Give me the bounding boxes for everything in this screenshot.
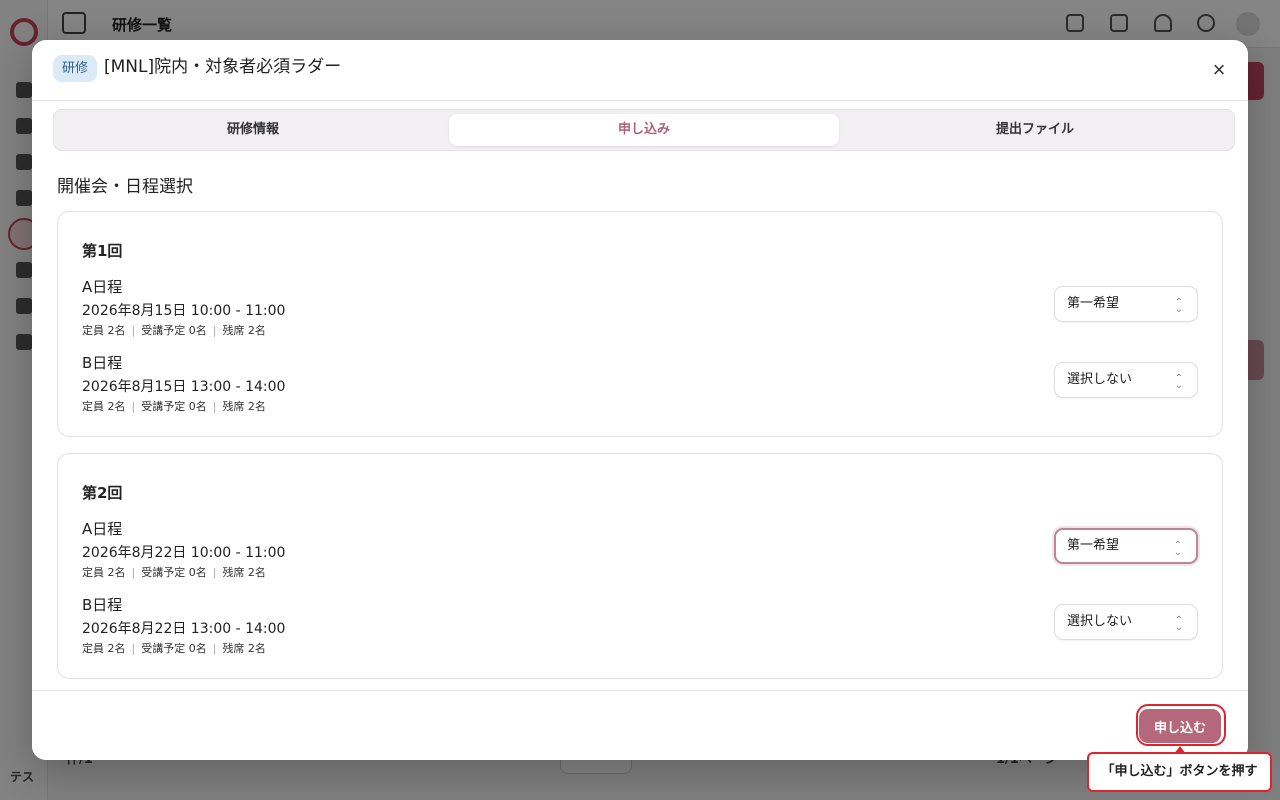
capacity-text: 定員 2名	[82, 566, 126, 579]
tab-training-info[interactable]: 研修情報	[58, 114, 448, 146]
schedule-capacity: 定員 2名 | 受講予定 0名 | 残席 2名	[82, 322, 266, 338]
modal-footer: 申し込む	[32, 690, 1248, 760]
preference-select[interactable]: 選択しない ⌃ ⌄	[1054, 362, 1198, 398]
tab-submission-files[interactable]: 提出ファイル	[840, 114, 1230, 146]
modal-title: [MNL]院内・対象者必須ラダー	[104, 57, 342, 77]
remaining-text: 残席 2名	[222, 324, 266, 337]
capacity-text: 定員 2名	[82, 400, 126, 413]
schedule-datetime: 2026年8月15日 13:00 - 14:00	[82, 379, 286, 395]
schedule-row: A日程 2026年8月22日 10:00 - 11:00 定員 2名 | 受講予定 …	[82, 518, 1202, 580]
separator: |	[131, 400, 136, 413]
separator: |	[212, 400, 217, 413]
separator: |	[212, 566, 217, 579]
session-card: 第1回 A日程 2026年8月15日 10:00 - 11:00 定員 2名 | 受…	[57, 211, 1223, 437]
section-title: 開催会・日程選択	[57, 177, 193, 197]
close-icon[interactable]: ×	[1208, 59, 1230, 81]
training-modal: 研修 [MNL]院内・対象者必須ラダー × 研修情報 申し込み 提出ファイル 開…	[32, 40, 1248, 760]
schedule-capacity: 定員 2名 | 受講予定 0名 | 残席 2名	[82, 398, 266, 414]
instruction-callout: 「申し込む」ボタンを押す	[1087, 752, 1272, 792]
remaining-text: 残席 2名	[222, 642, 266, 655]
schedule-datetime: 2026年8月22日 13:00 - 14:00	[82, 621, 286, 637]
planned-text: 受講予定 0名	[141, 324, 207, 337]
session-card: 第2回 A日程 2026年8月22日 10:00 - 11:00 定員 2名 | 受…	[57, 453, 1223, 679]
schedule-datetime: 2026年8月22日 10:00 - 11:00	[82, 545, 286, 561]
separator: |	[212, 324, 217, 337]
preference-select[interactable]: 第一希望 ⌃ ⌄	[1054, 528, 1198, 564]
preference-value: 選択しない	[1067, 372, 1133, 387]
capacity-text: 定員 2名	[82, 324, 126, 337]
schedule-name: B日程	[82, 596, 123, 614]
schedule-row: B日程 2026年8月15日 13:00 - 14:00 定員 2名 | 受講予定 …	[82, 352, 1202, 414]
preference-value: 第一希望	[1067, 296, 1120, 311]
separator: |	[212, 642, 217, 655]
preference-select[interactable]: 選択しない ⌃ ⌄	[1054, 604, 1198, 640]
modal-header: 研修 [MNL]院内・対象者必須ラダー ×	[32, 40, 1248, 101]
training-badge: 研修	[53, 55, 98, 82]
schedule-row: A日程 2026年8月15日 10:00 - 11:00 定員 2名 | 受講予定 …	[82, 276, 1202, 338]
tab-application[interactable]: 申し込み	[449, 114, 839, 146]
separator: |	[131, 324, 136, 337]
apply-button-highlight	[1136, 704, 1226, 746]
schedule-capacity: 定員 2名 | 受講予定 0名 | 残席 2名	[82, 564, 266, 580]
planned-text: 受講予定 0名	[141, 566, 207, 579]
remaining-text: 残席 2名	[222, 566, 266, 579]
preference-value: 選択しない	[1067, 614, 1133, 629]
schedule-capacity: 定員 2名 | 受講予定 0名 | 残席 2名	[82, 640, 266, 656]
session-title: 第1回	[82, 242, 123, 260]
schedule-row: B日程 2026年8月22日 13:00 - 14:00 定員 2名 | 受講予定 …	[82, 594, 1202, 656]
capacity-text: 定員 2名	[82, 642, 126, 655]
schedule-name: A日程	[82, 278, 123, 296]
tab-bar: 研修情報 申し込み 提出ファイル	[53, 109, 1235, 151]
preference-select[interactable]: 第一希望 ⌃ ⌄	[1054, 286, 1198, 322]
remaining-text: 残席 2名	[222, 400, 266, 413]
separator: |	[131, 642, 136, 655]
planned-text: 受講予定 0名	[141, 642, 207, 655]
session-title: 第2回	[82, 484, 123, 502]
separator: |	[131, 566, 136, 579]
schedule-name: A日程	[82, 520, 123, 538]
schedule-datetime: 2026年8月15日 10:00 - 11:00	[82, 303, 286, 319]
schedule-name: B日程	[82, 354, 123, 372]
planned-text: 受講予定 0名	[141, 400, 207, 413]
preference-value: 第一希望	[1067, 538, 1120, 553]
modal-body: 研修情報 申し込み 提出ファイル 開催会・日程選択 第1回 A日程 2026年8…	[32, 101, 1248, 690]
